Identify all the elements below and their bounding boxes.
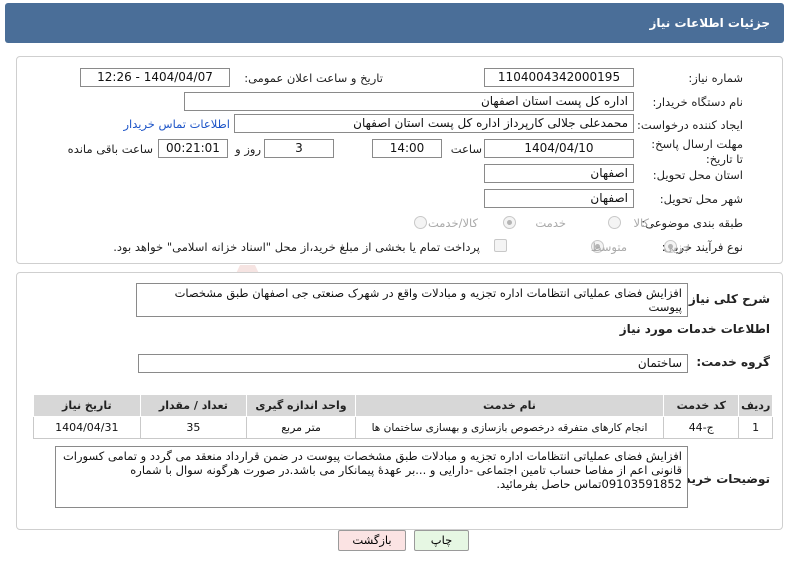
category-option-goods-service: کالا/خدمت <box>427 216 478 230</box>
deadline-date-field[interactable]: 1404/04/10 <box>484 139 634 158</box>
cell-row-number: 1 <box>738 416 773 439</box>
summary-label: شرح کلی نیاز: <box>684 292 770 306</box>
cell-unit: متر مربع <box>246 416 356 439</box>
category-radio-goods-service[interactable] <box>414 216 427 229</box>
table-header-row: ردیف کد خدمت نام خدمت واحد اندازه گیری ت… <box>33 394 773 417</box>
need-number-field[interactable]: 1104004342000195 <box>484 68 634 87</box>
service-group-label: گروه خدمت: <box>696 355 770 369</box>
category-radio-service[interactable] <box>503 216 516 229</box>
col-unit: واحد اندازه گیری <box>246 394 356 417</box>
remaining-time-field[interactable]: 00:21:01 <box>158 139 228 158</box>
services-table: ردیف کد خدمت نام خدمت واحد اندازه گیری ت… <box>33 394 773 439</box>
col-row-number: ردیف <box>738 394 773 417</box>
table-row[interactable]: 1 ج-44 انجام کارهای متفرقه درخصوص بازساز… <box>33 416 773 439</box>
announce-datetime-field[interactable]: 1404/04/07 - 12:26 <box>80 68 230 87</box>
remaining-days-field[interactable]: 3 <box>264 139 334 158</box>
city-label: شهر محل تحویل: <box>659 192 743 206</box>
page-title: جزئیات اطلاعات نیاز <box>649 16 770 30</box>
buyer-org-label: نام دستگاه خریدار: <box>652 95 743 109</box>
cell-service-name: انجام کارهای متفرقه درخصوص بازسازی و بهس… <box>354 416 665 439</box>
cell-service-code: ج-44 <box>663 416 740 439</box>
buyer-notes-textarea[interactable]: افزایش فضای عملیاتی انتظامات اداره تجزیه… <box>55 446 688 508</box>
services-section-title: اطلاعات خدمات مورد نیاز <box>619 322 770 336</box>
deadline-time-field[interactable]: 14:00 <box>372 139 442 158</box>
creator-field[interactable]: محمدعلی جلالی کارپرداز اداره کل پست استا… <box>234 114 634 133</box>
process-option-medium: متوسط <box>590 240 627 254</box>
cell-quantity: 35 <box>139 416 248 439</box>
col-need-date: تاریخ نیاز <box>33 394 141 417</box>
province-label: استان محل تحویل: <box>652 168 743 182</box>
days-label: روز و <box>235 142 261 156</box>
buyer-contact-link[interactable]: اطلاعات تماس خریدار <box>123 117 230 131</box>
remaining-label: ساعت باقی مانده <box>67 142 153 156</box>
col-service-name: نام خدمت <box>354 394 665 417</box>
print-button[interactable]: چاپ <box>414 530 469 551</box>
city-field[interactable]: اصفهان <box>484 189 634 208</box>
treasury-payment-checkbox[interactable] <box>494 239 507 252</box>
category-radio-goods[interactable] <box>608 216 621 229</box>
category-option-service: خدمت <box>535 216 566 230</box>
category-option-goods: کالا <box>633 216 649 230</box>
province-field[interactable]: اصفهان <box>484 164 634 183</box>
deadline-time-label: ساعت <box>450 142 482 156</box>
announce-datetime-label: تاریخ و ساعت اعلان عمومی: <box>244 71 383 85</box>
treasury-payment-note: پرداخت تمام یا بخشی از مبلغ خرید،از محل … <box>113 240 480 254</box>
deadline-label: مهلت ارسال پاسخ: تا تاریخ: <box>651 137 743 166</box>
back-button[interactable]: بازگشت <box>338 530 406 551</box>
page-header: جزئیات اطلاعات نیاز <box>5 3 784 43</box>
cell-need-date: 1404/04/31 <box>33 416 141 439</box>
service-group-field[interactable]: ساختمان <box>138 354 688 373</box>
buyer-org-field[interactable]: اداره کل پست استان اصفهان <box>184 92 634 111</box>
summary-textarea[interactable]: افزایش فضای عملیاتی انتظامات اداره تجزیه… <box>136 283 688 317</box>
category-label: طبقه بندی موضوعی: <box>641 216 743 230</box>
col-quantity: تعداد / مقدار <box>139 394 248 417</box>
col-service-code: کد خدمت <box>663 394 740 417</box>
process-option-minor: جزیی <box>663 240 690 254</box>
need-number-label: شماره نیاز: <box>688 71 743 85</box>
creator-label: ایجاد کننده درخواست: <box>637 118 743 132</box>
